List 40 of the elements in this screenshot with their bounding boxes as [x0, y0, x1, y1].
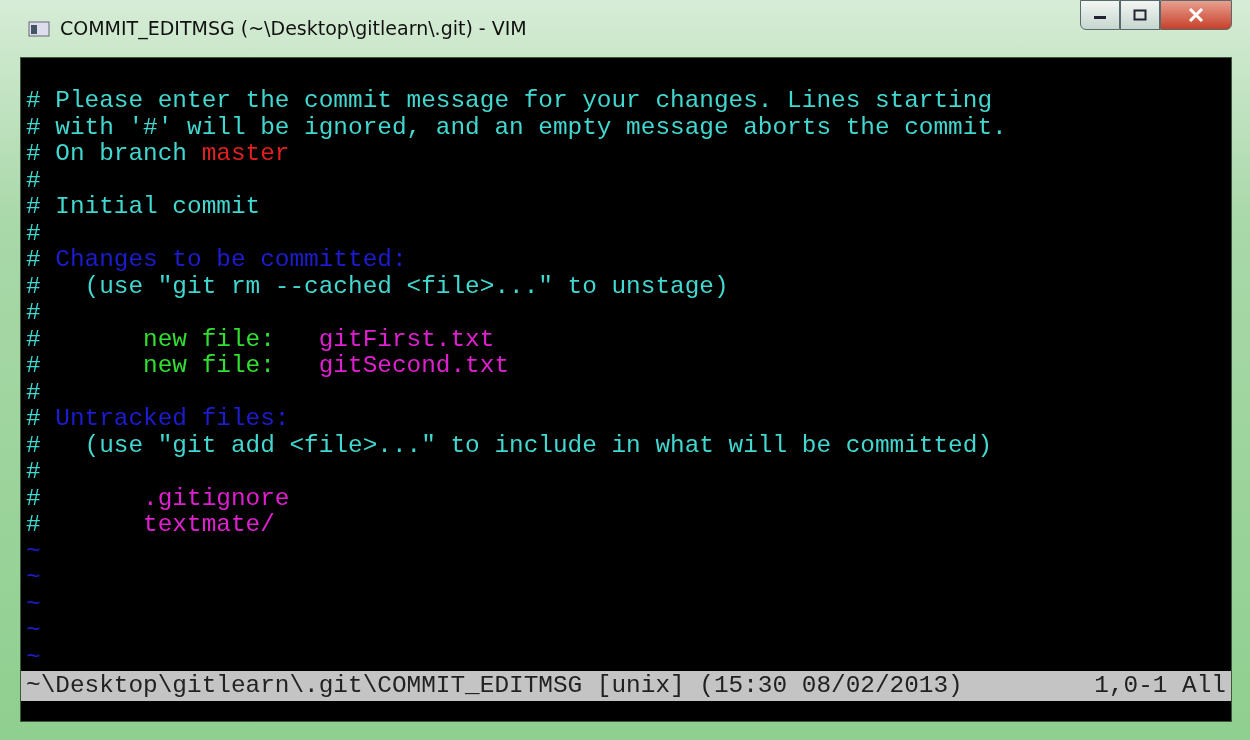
empty-line-marker: ~ [26, 590, 41, 618]
section-heading: Untracked files: [55, 406, 290, 433]
branch-name: master [201, 141, 290, 168]
file-status: new file: [143, 326, 275, 353]
empty-line-marker: ~ [26, 617, 41, 644]
section-heading: Changes to be committed: [55, 247, 407, 274]
comment-text: # [26, 485, 41, 512]
comment-text: # [26, 512, 41, 539]
comment-text: # [26, 353, 41, 380]
comment-text: # [26, 220, 41, 247]
close-button[interactable] [1160, 0, 1232, 30]
empty-line-marker: ~ [26, 537, 41, 565]
window-title: COMMIT_EDITMSG (~\Desktop\gitlearn\.git) - VIM [60, 16, 527, 42]
comment-text: # [26, 167, 41, 194]
comment-text: # [26, 459, 41, 486]
file-name: .gitignore [143, 485, 290, 512]
comment-text: # [26, 247, 41, 274]
maximize-icon [1133, 9, 1147, 21]
cursor-position: 1,0-1 All [1093, 671, 1227, 701]
close-icon [1188, 8, 1204, 22]
comment-text: # [26, 300, 41, 327]
comment-text: # [26, 379, 41, 406]
file-status: new file: [143, 353, 275, 380]
comment-text: # (use "git add <file>..." to include in what will be committed) [26, 432, 993, 459]
empty-line-marker: ~ [26, 643, 41, 671]
file-info: ~\Desktop\gitlearn\.git\COMMIT_EDITMSG [unix] (15:30 08/02/2013) [25, 671, 964, 701]
comment-text: # [26, 326, 41, 353]
minimize-button[interactable] [1080, 0, 1120, 30]
comment-text: # with '#' will be ignored, and an empty message aborts the commit. [26, 114, 1007, 141]
file-name: textmate/ [143, 512, 275, 539]
window-icon [28, 20, 50, 37]
comment-text: # [26, 406, 41, 433]
comment-text: # (use "git rm --cached <file>..." to unstage) [26, 273, 729, 300]
comment-text: # Please enter the commit message for your changes. Lines starting [26, 88, 993, 115]
maximize-button[interactable] [1120, 0, 1160, 30]
comment-text: # Initial commit [26, 194, 261, 221]
file-name: gitSecond.txt [318, 353, 509, 380]
empty-line-marker: ~ [26, 564, 41, 591]
comment-text: # On branch [26, 141, 187, 168]
file-name: gitFirst.txt [318, 326, 495, 353]
